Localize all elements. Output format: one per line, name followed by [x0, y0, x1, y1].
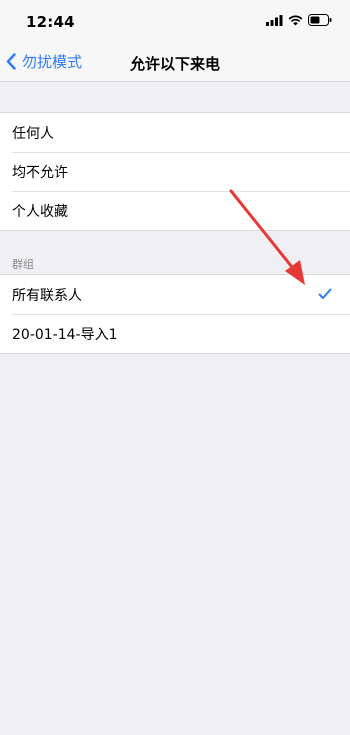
group-all-contacts[interactable]: 所有联系人: [0, 275, 350, 314]
status-bar: 12:44: [0, 0, 350, 44]
groups-section-header: 群组: [12, 258, 34, 271]
wifi-icon: [288, 15, 303, 25]
page-title: 允许以下来电: [129, 55, 220, 73]
option-anyone[interactable]: 任何人: [0, 113, 350, 152]
annotation-arrow-icon: [229, 189, 305, 285]
option-label: 任何人: [12, 125, 54, 142]
group-imported[interactable]: 20-01-14-导入1: [0, 314, 350, 353]
group-label: 20-01-14-导入1: [12, 326, 118, 343]
navigation-bar: 勿扰模式 允许以下来电: [0, 44, 350, 82]
signal-icon: [266, 14, 283, 26]
status-time: 12:44: [26, 13, 75, 31]
status-icons: [266, 14, 332, 26]
option-label: 均不允许: [12, 164, 68, 181]
option-no-one[interactable]: 均不允许: [0, 152, 350, 191]
option-label: 个人收藏: [12, 203, 68, 220]
battery-icon: [308, 14, 332, 26]
checkmark-icon: [318, 288, 332, 299]
groups-list: 所有联系人 20-01-14-导入1: [0, 274, 350, 354]
option-favorites[interactable]: 个人收藏: [0, 191, 350, 230]
allow-calls-options: 任何人 均不允许 个人收藏: [0, 112, 350, 231]
group-label: 所有联系人: [12, 287, 82, 304]
